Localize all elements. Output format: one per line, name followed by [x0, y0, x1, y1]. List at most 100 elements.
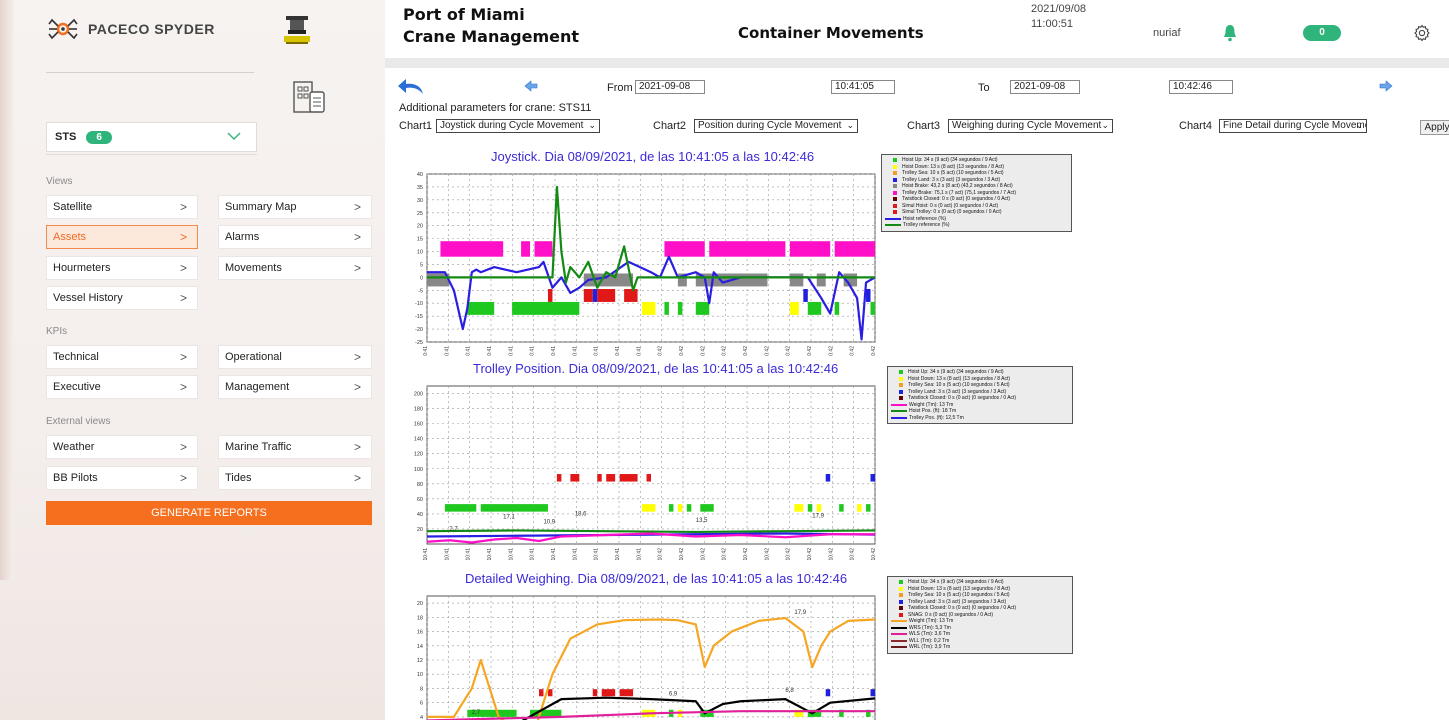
to-time-input[interactable]: 10:42:46	[1169, 80, 1233, 94]
legend-swatch	[893, 197, 897, 202]
activity-bar	[664, 241, 705, 257]
brand-name: PACECO SPYDER	[88, 21, 215, 37]
x-tick-label: 10:42	[786, 346, 792, 356]
crane-count-badge: 6	[86, 130, 112, 144]
legend-swatch	[899, 612, 903, 617]
x-tick-label: 10:42	[807, 346, 813, 356]
y-tick-label: 10	[417, 672, 423, 678]
to-date-input[interactable]: 2021-09-08	[1010, 80, 1080, 94]
activity-bar	[686, 504, 692, 512]
nav-label: Weather	[53, 441, 95, 453]
legend-swatch	[899, 593, 903, 598]
y-tick-label: 20	[417, 224, 423, 230]
generate-reports-button[interactable]: GENERATE REPORTS	[46, 501, 372, 525]
data-label: 6,9	[669, 692, 678, 698]
chevron-right-icon: >	[353, 261, 361, 275]
nav-label: Assets	[53, 231, 87, 243]
nav-technical[interactable]: Technical >	[46, 345, 198, 369]
legend-swatch	[899, 383, 903, 388]
y-tick-label: 15	[417, 237, 423, 243]
nav-executive[interactable]: Executive >	[46, 375, 198, 399]
data-label: 18,6	[575, 511, 587, 517]
y-tick-label: 120	[414, 452, 423, 458]
crane-type-select[interactable]: STS 6	[46, 122, 257, 152]
port-subtitle: Crane Management	[403, 27, 580, 46]
nav-movements[interactable]: Movements >	[218, 256, 372, 280]
x-tick-label: 10:42	[700, 548, 706, 561]
previous-period-icon[interactable]	[524, 80, 538, 92]
detailed-weighing-chart-legend: Hoist Up: 34 s (9 act) (34 segundos / 9 …	[887, 576, 1073, 654]
x-tick-label: 10:41	[530, 346, 536, 356]
crane-select-underline	[46, 154, 257, 155]
activity-bar	[870, 301, 875, 315]
x-tick-label: 10:42	[679, 548, 685, 561]
nav-tides[interactable]: Tides >	[218, 466, 372, 490]
nav-summary-map[interactable]: Summary Map >	[218, 195, 372, 219]
nav-hourmeters[interactable]: Hourmeters >	[46, 256, 198, 280]
next-period-icon[interactable]	[1379, 80, 1393, 92]
nav-assets[interactable]: Assets >	[46, 225, 198, 249]
back-arrow-icon[interactable]	[397, 78, 425, 96]
gear-icon[interactable]	[1413, 24, 1431, 42]
activity-bar	[816, 273, 826, 287]
legend-swatch	[893, 164, 897, 169]
chevron-right-icon: >	[353, 230, 361, 244]
y-tick-label: 160	[414, 422, 423, 428]
joystick-chart: 4035302520151050-5-10-15-20-2510:41 10:41…	[415, 172, 877, 356]
chevron-right-icon: >	[353, 471, 361, 485]
x-tick-label: 10:42	[722, 548, 728, 561]
x-tick-label: 10:42	[764, 346, 770, 356]
activity-bar	[834, 241, 875, 257]
data-label: 2,7	[449, 526, 458, 532]
nav-label: Marine Traffic	[225, 441, 292, 453]
legend-swatch	[893, 177, 897, 182]
nav-label: Satellite	[53, 201, 93, 213]
y-tick-label: 200	[414, 392, 423, 398]
x-tick-label: 10:42	[743, 346, 749, 356]
nav-alarms[interactable]: Alarms >	[218, 225, 372, 249]
nav-management[interactable]: Management >	[218, 375, 372, 399]
notification-count-badge[interactable]: 0	[1303, 25, 1341, 41]
legend-swatch	[891, 410, 907, 413]
nav-weather[interactable]: Weather >	[46, 435, 198, 459]
chart4-select[interactable]: Fine Detail during Cycle Movement ⌄	[1219, 119, 1367, 133]
from-date-input[interactable]: 2021-09-08	[635, 80, 705, 94]
activity-bar	[624, 289, 638, 302]
legend-swatch	[899, 389, 903, 394]
chevron-down-icon: ⌄	[588, 120, 596, 130]
legend-swatch	[885, 224, 901, 227]
y-tick-label: -20	[415, 327, 423, 333]
bell-icon[interactable]	[1223, 24, 1237, 42]
legend-swatch	[893, 158, 897, 163]
activity-bar	[709, 241, 786, 257]
x-tick-label: 10:41	[572, 548, 578, 561]
y-tick-label: 20	[417, 601, 423, 607]
x-tick-label: 10:42	[807, 548, 813, 561]
y-tick-label: -10	[415, 301, 423, 307]
activity-bar	[816, 504, 822, 512]
activity-bar	[440, 241, 504, 257]
nav-bb-pilots[interactable]: BB Pilots >	[46, 466, 198, 490]
chart2-select[interactable]: Position during Cycle Movement ⌄	[694, 119, 858, 133]
from-time-input[interactable]: 10:41:05	[831, 80, 895, 94]
activity-bar	[512, 301, 580, 315]
data-label: 17,9	[794, 610, 806, 616]
nav-marine-traffic[interactable]: Marine Traffic >	[218, 435, 372, 459]
y-tick-label: 0	[420, 275, 423, 281]
chart3-select[interactable]: Weighing during Cycle Movement ⌄	[948, 119, 1113, 133]
username[interactable]: nuriaf	[1153, 27, 1181, 39]
activity-bar	[789, 241, 831, 257]
activity-bar	[834, 301, 840, 315]
building-icon[interactable]	[288, 78, 328, 116]
x-tick-label: 10:41	[594, 548, 600, 561]
activity-bar	[857, 504, 862, 512]
chart1-select[interactable]: Joystick during Cycle Movement ⌄	[436, 119, 600, 133]
apply-button[interactable]: Apply	[1420, 120, 1449, 135]
legend-item: Trolley reference (%)	[885, 222, 1068, 229]
activity-bar	[534, 241, 553, 257]
nav-operational[interactable]: Operational >	[218, 345, 372, 369]
nav-satellite[interactable]: Satellite >	[46, 195, 198, 219]
legend-label: WRL (Tm): 3,9 Tm	[909, 644, 951, 650]
nav-label: Movements	[225, 262, 282, 274]
nav-vessel-history[interactable]: Vessel History >	[46, 286, 198, 310]
